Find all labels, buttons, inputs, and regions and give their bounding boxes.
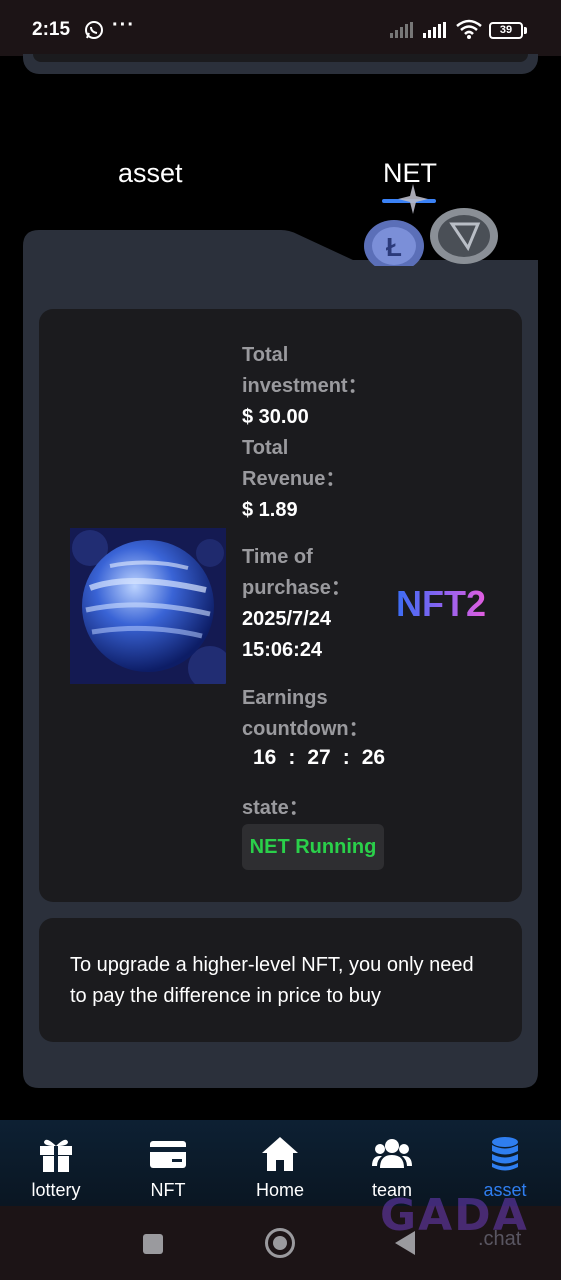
countdown-seconds: 26 bbox=[361, 746, 386, 769]
database-icon bbox=[492, 1137, 518, 1171]
total-investment-label-line1: Total bbox=[242, 344, 289, 366]
time-of-purchase-label-line2: purchase： bbox=[242, 577, 351, 599]
coins-icon: Ł bbox=[364, 208, 498, 266]
upgrade-note-text: To upgrade a higher-level NFT, you only … bbox=[70, 954, 474, 1007]
signal-icon bbox=[423, 22, 446, 38]
whatsapp-icon bbox=[85, 21, 103, 39]
signal-icon bbox=[390, 22, 413, 38]
countdown-hours: 16 bbox=[253, 746, 277, 769]
tab-asset[interactable]: asset bbox=[118, 158, 183, 189]
more-notifications-icon: ··· bbox=[112, 14, 135, 36]
earnings-countdown-label-line2: countdown： bbox=[242, 718, 369, 740]
recent-apps-button[interactable] bbox=[143, 1234, 163, 1254]
team-icon bbox=[372, 1139, 412, 1168]
earnings-countdown-section: Earnings countdown： bbox=[242, 683, 369, 745]
nft-planet-image bbox=[70, 528, 226, 684]
purchase-time: 15:06:24 bbox=[242, 639, 323, 661]
countdown-separator: : bbox=[288, 746, 296, 769]
earnings-countdown-label-line1: Earnings bbox=[242, 687, 328, 709]
total-investment-section: Total investment： $ 30.00 Total Revenue：… bbox=[242, 340, 368, 526]
time-of-purchase-label-line1: Time of bbox=[242, 546, 313, 568]
state-label: state： bbox=[242, 797, 309, 819]
total-revenue-value: $ 1.89 bbox=[242, 499, 298, 521]
purchase-date: 2025/7/24 bbox=[242, 608, 331, 630]
nft-level-title: NFT2 bbox=[396, 583, 486, 624]
nav-item-home[interactable]: Home bbox=[230, 1134, 330, 1201]
watermark-sub: .chat bbox=[478, 1228, 522, 1250]
total-revenue-label-line2: Revenue： bbox=[242, 468, 346, 490]
card-icon bbox=[150, 1141, 186, 1168]
purchase-time-section: Time of purchase： 2025/7/24 15:06:24 bbox=[242, 542, 351, 666]
earnings-countdown: 16 : 27 : 26 bbox=[253, 746, 385, 770]
countdown-separator: : bbox=[342, 746, 350, 769]
status-badge: NET Running bbox=[242, 824, 384, 870]
home-icon bbox=[262, 1137, 298, 1171]
countdown-minutes: 27 bbox=[307, 746, 331, 769]
total-investment-label-line2: investment： bbox=[242, 375, 368, 397]
battery-icon: 39 bbox=[489, 22, 523, 39]
svg-text:Ł: Ł bbox=[386, 232, 402, 262]
total-investment-value: $ 30.00 bbox=[242, 406, 309, 428]
battery-tip bbox=[524, 27, 527, 34]
status-time: 2:15 bbox=[32, 19, 71, 40]
gift-icon bbox=[40, 1139, 72, 1172]
nav-label-nft: NFT bbox=[150, 1180, 186, 1200]
nav-label-home: Home bbox=[255, 1180, 304, 1200]
home-button[interactable] bbox=[265, 1228, 295, 1258]
nav-label-lottery: lottery bbox=[31, 1180, 81, 1200]
wifi-icon bbox=[456, 19, 482, 39]
nav-item-lottery[interactable]: lottery bbox=[6, 1134, 106, 1201]
previous-card bbox=[23, 54, 538, 74]
nav-item-nft[interactable]: NFT bbox=[118, 1134, 218, 1201]
total-revenue-label-line1: Total bbox=[242, 437, 289, 459]
